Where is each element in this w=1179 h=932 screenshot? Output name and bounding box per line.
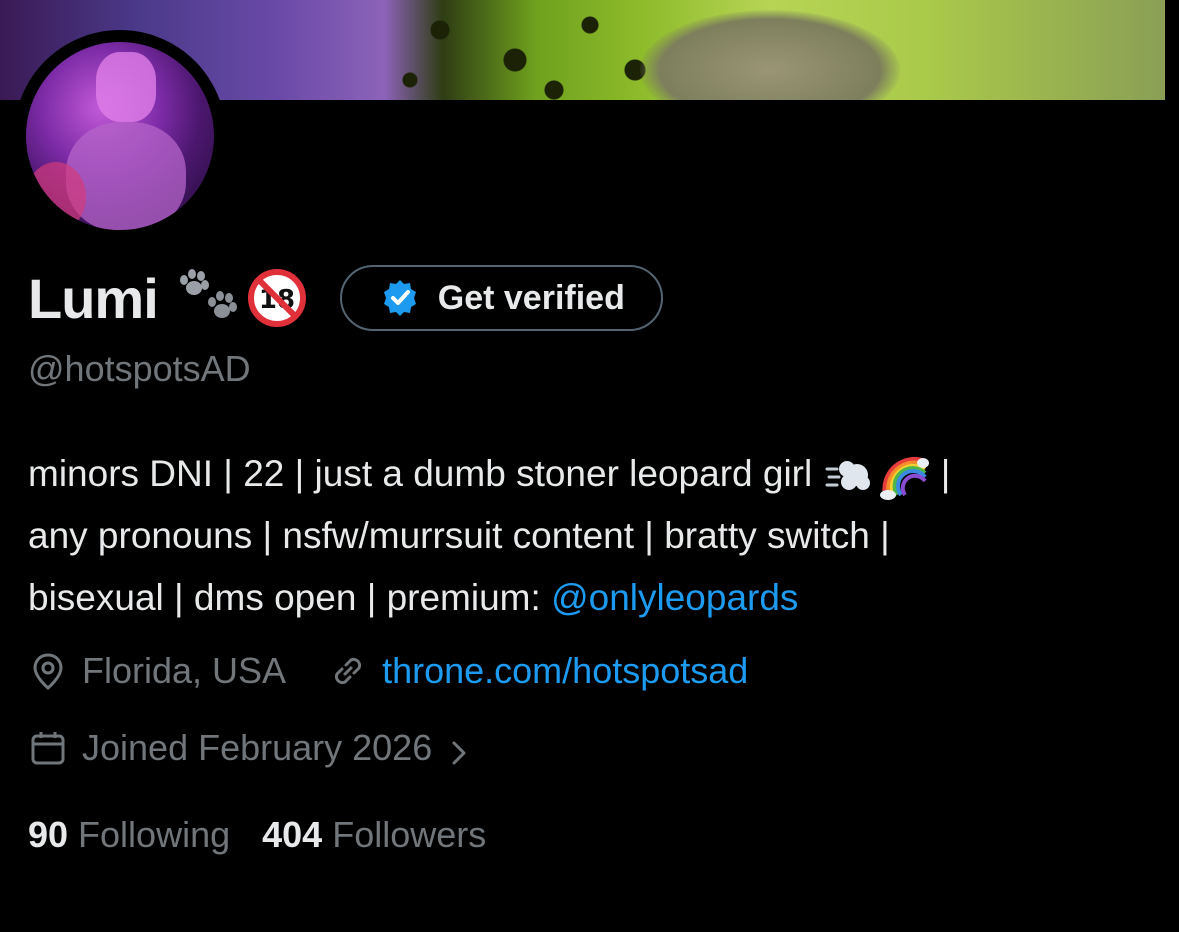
get-verified-label: Get verified (437, 278, 625, 317)
premium-account-link[interactable]: @onlyleopards (551, 577, 798, 618)
location-text: Florida, USA (82, 650, 287, 691)
location-pin-icon (28, 651, 68, 691)
name-row: Lumi 18 (28, 262, 663, 334)
bio-line-2: any pronouns | nsfw/murrsuit content | b… (28, 515, 890, 556)
bio-line-3: bisexual | dms open | premium: @onlyleop… (28, 567, 1158, 629)
bio-line-3-text: bisexual | dms open | premium: (28, 577, 552, 618)
follow-stats: 90 Following 404 Followers (28, 814, 486, 856)
dashing-away-icon (825, 451, 875, 501)
get-verified-button[interactable]: Get verified (339, 265, 663, 331)
following-label: Following (78, 814, 231, 855)
profile-handle: @hotspotsAD (28, 348, 251, 389)
avatar[interactable] (26, 42, 214, 230)
calendar-icon (28, 728, 68, 768)
avatar-shape (96, 52, 156, 122)
link-icon (328, 651, 368, 691)
followers-label: Followers (332, 814, 487, 855)
profile-meta-joined[interactable]: Joined February 2026 (28, 727, 468, 769)
rainbow-icon (879, 451, 929, 501)
avatar-shape (26, 162, 86, 230)
website-link[interactable]: throne.com/hotspotsad (382, 650, 748, 692)
joined-date-text: Joined February 2026 (82, 727, 433, 768)
following-count: 90 (28, 814, 69, 855)
paw-prints-icon (174, 268, 246, 328)
profile-meta-location-website: Florida, USA throne.com/hotspotsad (28, 650, 748, 692)
bio-line-1-end: | (930, 453, 951, 494)
profile-bio: minors DNI | 22 | just a dumb stoner leo… (28, 443, 1158, 629)
bio-line-1: minors DNI | 22 | just a dumb stoner leo… (28, 443, 1158, 505)
following-stat[interactable]: 90 Following (28, 814, 230, 856)
banner-leopard-pattern (380, 0, 680, 100)
verified-badge-icon (380, 278, 420, 318)
chevron-right-icon (450, 734, 468, 765)
followers-stat[interactable]: 404 Followers (262, 814, 486, 856)
bio-line-1-text: minors DNI | 22 | just a dumb stoner leo… (28, 453, 813, 494)
followers-count: 404 (262, 814, 323, 855)
display-name: Lumi (28, 266, 159, 330)
no-under-18-icon: 18 (246, 267, 308, 329)
avatar-shape (66, 122, 186, 230)
